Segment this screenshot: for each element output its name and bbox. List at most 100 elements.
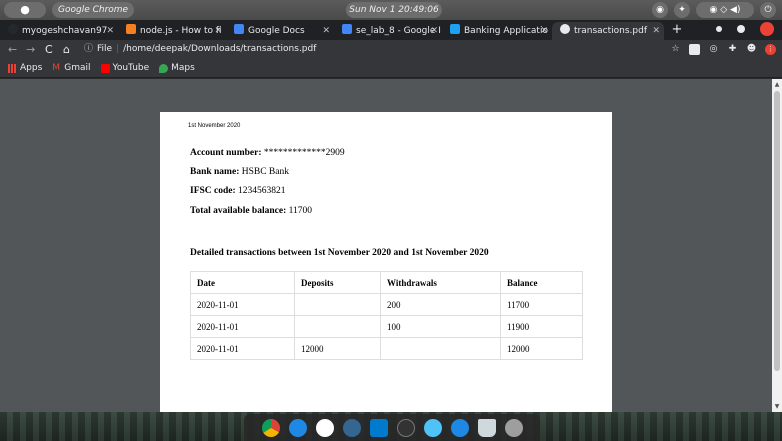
scroll-up-arrow-icon[interactable]: ▲ <box>772 81 782 88</box>
reload-icon[interactable]: C <box>45 40 53 59</box>
scroll-down-arrow-icon[interactable]: ▼ <box>772 403 782 410</box>
status-menu-icon[interactable]: ◉ ◇ ◀) <box>696 2 754 18</box>
apple-menu-icon[interactable]: ● <box>4 2 46 18</box>
postgres-icon[interactable] <box>342 418 361 437</box>
new-tab-plus-icon[interactable]: + <box>670 20 684 40</box>
table-row: 2020-11-01 100 11900 <box>190 315 583 338</box>
google-docs-icon <box>234 24 244 34</box>
balance-line: Total available balance: 11700 <box>190 206 312 216</box>
tab-se-lab[interactable]: se_lab_8 - Google I ✕ <box>334 22 442 40</box>
close-icon[interactable]: ✕ <box>214 22 222 40</box>
app-favicon-icon <box>450 24 460 34</box>
globe-icon <box>560 24 570 34</box>
close-icon[interactable]: ✕ <box>540 22 548 40</box>
maximize-icon[interactable] <box>737 25 745 33</box>
close-icon[interactable]: ✕ <box>322 22 330 40</box>
accessibility-icon[interactable]: ✦ <box>674 2 690 18</box>
pdf-page: 1st November 2020 Account number: ******… <box>160 112 612 412</box>
account-number-label: Account number: <box>190 148 262 158</box>
system-settings-icon[interactable] <box>504 418 523 437</box>
bookmark-star-icon[interactable]: ☆ <box>670 44 681 55</box>
stackoverflow-icon <box>126 24 136 34</box>
dock-panel <box>244 414 540 441</box>
account-number-line: Account number: *************2909 <box>190 148 345 158</box>
column-header-deposits: Deposits <box>294 271 381 294</box>
extension-icon[interactable] <box>689 44 700 55</box>
minimize-icon[interactable] <box>716 26 722 32</box>
tab-banking-application[interactable]: Banking Applicatio ✕ <box>442 22 552 40</box>
browser-toolbar: ← → C ⌂ ⓘ File |/home/deepak/Downloads/tra… <box>0 40 782 59</box>
toolbar-actions: ☆ ◎ ✚ ☻ ⋮ <box>670 42 776 57</box>
tab-label: se_lab_8 - Google I <box>356 26 441 36</box>
system-top-bar: ● Google Chrome Sun Nov 1 20:49:06 ◉ ✦ ◉… <box>0 0 782 20</box>
info-icon[interactable]: ⓘ <box>84 44 93 54</box>
tab-label: Banking Applicatio <box>464 26 548 36</box>
system-clock[interactable]: Sun Nov 1 20:49:06 <box>346 2 442 18</box>
close-icon[interactable]: ✕ <box>430 22 438 40</box>
url-text[interactable]: /home/deepak/Downloads/transactions.pdf <box>123 44 316 54</box>
maps-icon <box>159 63 169 73</box>
google-docs-icon <box>342 24 352 34</box>
profile-avatar[interactable]: ☻ <box>746 44 757 55</box>
app-store-icon[interactable] <box>450 418 469 437</box>
gmail-icon: M <box>52 62 61 73</box>
mongodb-compass-icon[interactable] <box>315 418 334 437</box>
desktop-dock-area <box>0 412 782 441</box>
terminal-icon[interactable] <box>396 418 415 437</box>
close-icon[interactable]: ✕ <box>652 22 660 40</box>
cell-date: 2020-11-01 <box>190 293 295 316</box>
active-app-name[interactable]: Google Chrome <box>52 2 135 18</box>
tab-stackoverflow[interactable]: node.js - How to fi ✕ <box>118 22 226 40</box>
cell-withdrawals: 100 <box>380 315 501 338</box>
address-bar[interactable]: ⓘ File |/home/deepak/Downloads/transaction… <box>84 42 654 57</box>
balance-label: Total available balance: <box>190 206 287 216</box>
chrome-icon[interactable] <box>261 418 280 437</box>
cell-balance: 11700 <box>500 293 583 316</box>
home-icon[interactable]: ⌂ <box>63 40 70 59</box>
bookmark-label: YouTube <box>112 63 150 73</box>
ifsc-line: IFSC code: 1234563821 <box>190 186 286 196</box>
extensions-puzzle-icon[interactable]: ✚ <box>727 44 738 55</box>
tab-label: myogeshchavan97 <box>22 26 108 36</box>
cell-deposits <box>294 293 381 316</box>
bookmark-maps[interactable]: Maps <box>159 63 195 73</box>
bank-name-line: Bank name: HSBC Bank <box>190 167 289 177</box>
tab-strip: myogeshchavan97 ✕ node.js - How to fi ✕ … <box>0 20 782 40</box>
power-icon[interactable]: ⏻ <box>760 2 776 18</box>
table-row: 2020-11-01 200 11700 <box>190 293 583 316</box>
vertical-scrollbar[interactable]: ▲ ▼ <box>772 79 782 412</box>
browser-icon[interactable] <box>288 418 307 437</box>
scrollbar-thumb[interactable] <box>774 91 780 371</box>
notifications-icon[interactable]: ◉ <box>652 2 668 18</box>
tab-google-docs[interactable]: Google Docs ✕ <box>226 22 334 40</box>
balance-value: 11700 <box>288 206 313 216</box>
weather-icon[interactable] <box>423 418 442 437</box>
bank-name-label: Bank name: <box>190 167 240 177</box>
close-icon[interactable]: ✕ <box>106 22 114 40</box>
transactions-table: Date Deposits Withdrawals Balance 2020-1… <box>190 271 583 360</box>
cell-deposits <box>294 315 381 338</box>
table-header-row: Date Deposits Withdrawals Balance <box>190 271 583 294</box>
back-arrow-icon[interactable]: ← <box>8 40 17 59</box>
trash-icon[interactable] <box>477 418 496 437</box>
tab-label: node.js - How to fi <box>140 26 222 36</box>
tab-transactions-pdf[interactable]: transactions.pdf ✕ <box>552 22 664 40</box>
tab-label: Google Docs <box>248 26 305 36</box>
bookmark-gmail[interactable]: M Gmail <box>52 63 90 73</box>
close-window-icon[interactable] <box>760 22 774 36</box>
bookmark-label: Maps <box>171 63 195 73</box>
bookmark-label: Apps <box>20 63 43 73</box>
ifsc-label: IFSC code: <box>190 186 236 196</box>
bookmark-apps[interactable]: Apps <box>8 63 42 73</box>
youtube-icon <box>100 63 110 73</box>
system-tray: ◉ ✦ ◉ ◇ ◀) ⏻ <box>652 2 776 18</box>
column-header-balance: Balance <box>500 271 583 294</box>
extension-icon[interactable]: ◎ <box>708 44 719 55</box>
bookmark-youtube[interactable]: YouTube <box>100 63 150 73</box>
cell-date: 2020-11-01 <box>190 315 295 338</box>
vscode-icon[interactable] <box>369 418 388 437</box>
menu-update-icon[interactable]: ⋮ <box>765 44 776 55</box>
cell-withdrawals <box>380 337 501 360</box>
tab-github[interactable]: myogeshchavan97 ✕ <box>0 22 118 40</box>
forward-arrow-icon[interactable]: → <box>26 40 35 59</box>
